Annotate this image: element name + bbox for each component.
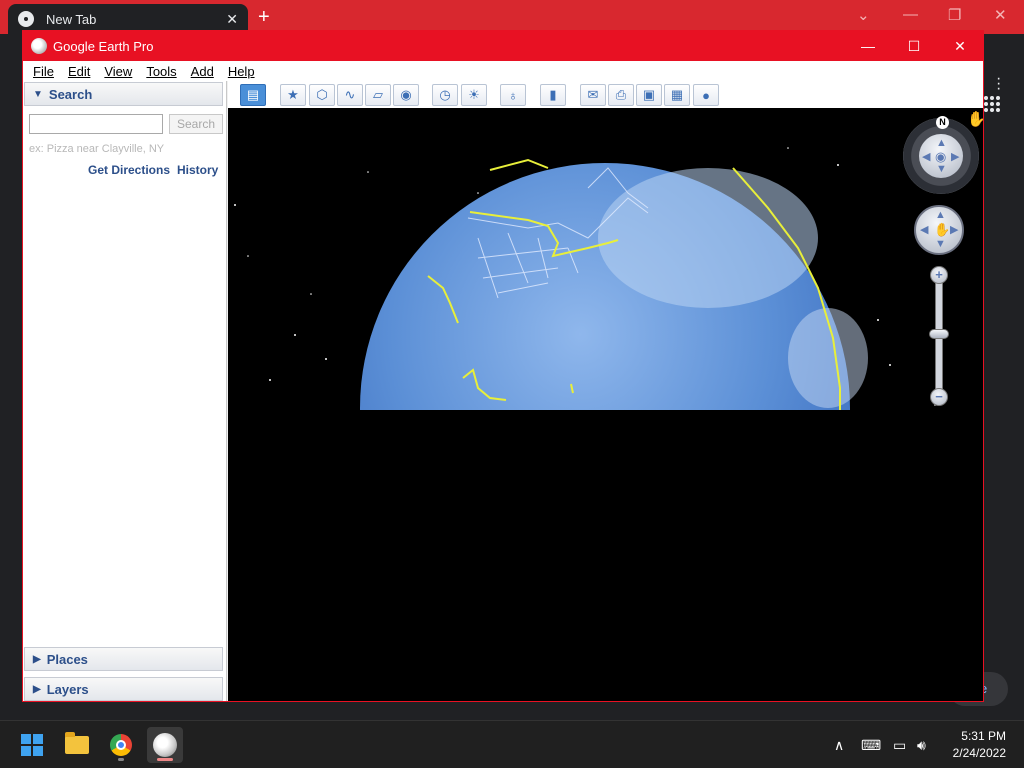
search-panel-title: Search (48, 86, 93, 102)
chrome-close-button[interactable]: ✕ (994, 6, 1007, 24)
search-button[interactable]: Search (169, 114, 223, 134)
look-joystick[interactable]: N ▲ ◀ ▶ ▼ ◉ (903, 116, 979, 194)
places-panel-title: Places (46, 651, 88, 667)
minimize-button[interactable]: — (845, 31, 891, 61)
menu-file[interactable]: File (33, 64, 54, 79)
google-earth-icon[interactable] (147, 727, 183, 763)
search-hint: ex: Pizza near Clayville, NY (29, 143, 165, 155)
chrome-favicon-icon (18, 11, 34, 27)
historical-imagery-icon[interactable]: ◷ (432, 84, 458, 106)
planet-icon[interactable]: ♁ (500, 84, 526, 106)
hand-cursor-icon: ✋ (967, 111, 983, 128)
taskbar: ∧ ⌨ ▭ 🔊︎ 5:31 PM 2/24/2022 (0, 720, 1024, 768)
new-tab-button[interactable]: + (258, 6, 270, 29)
ruler-icon[interactable]: ▮ (540, 84, 566, 106)
apps-grid-icon[interactable] (984, 96, 1000, 112)
maximize-button[interactable]: ☐ (891, 31, 937, 61)
move-down-icon[interactable]: ▼ (935, 238, 946, 250)
sunlight-icon[interactable]: ☀ (461, 84, 487, 106)
start-icon[interactable] (14, 727, 50, 763)
globe-scene (234, 147, 936, 410)
move-right-icon[interactable]: ▶ (950, 223, 958, 236)
email-icon[interactable]: ✉ (580, 84, 606, 106)
keyboard-icon[interactable]: ⌨ (861, 721, 881, 768)
look-left-icon[interactable]: ◀ (922, 150, 930, 163)
print-icon[interactable]: ⎙ (608, 84, 634, 106)
expand-triangle-icon: ▶ (33, 683, 41, 695)
get-directions-link[interactable]: Get Directions (88, 163, 170, 177)
menu-tools[interactable]: Tools (146, 64, 176, 79)
google-earth-window: Google Earth Pro — ☐ ✕ File Edit View To… (22, 30, 984, 702)
look-up-icon[interactable]: ▲ (936, 137, 947, 149)
ge-toolbar: ▤ ★ ⬡ ∿ ▱ ◉ ◷ ☀ ♁ ▮ ✉ ⎙ ▣ ▦ ● (228, 81, 983, 108)
zoom-in-button[interactable]: + (930, 266, 948, 284)
look-right-icon[interactable]: ▶ (951, 150, 959, 163)
search-input[interactable] (29, 114, 163, 134)
close-tab-icon[interactable]: ✕ (226, 11, 238, 28)
chevron-up-icon[interactable]: ∧ (834, 721, 844, 768)
menu-help[interactable]: Help (228, 64, 255, 79)
layers-panel-header[interactable]: ▶ Layers (24, 677, 223, 701)
image-overlay-icon[interactable]: ▱ (365, 84, 391, 106)
polygon-icon[interactable]: ⬡ (309, 84, 335, 106)
hand-icon: ✋ (934, 222, 951, 237)
ge-title-bar: Google Earth Pro — ☐ ✕ (23, 31, 983, 61)
clock-time: 5:31 PM (961, 729, 1006, 743)
search-panel-header[interactable]: ▼ Search (24, 82, 223, 106)
places-panel-header[interactable]: ▶ Places (24, 647, 223, 671)
eye-icon: ◉ (935, 149, 947, 164)
save-image-icon[interactable]: ▣ (636, 84, 662, 106)
chrome-icon[interactable] (103, 727, 139, 763)
menu-view[interactable]: View (104, 64, 132, 79)
history-link[interactable]: History (177, 163, 218, 177)
expand-triangle-icon: ▶ (33, 653, 41, 665)
sidebar-toggle-icon[interactable]: ▤ (240, 84, 266, 106)
chrome-minimize-button[interactable]: — (903, 6, 918, 23)
system-clock[interactable]: 5:31 PM 2/24/2022 (946, 728, 1006, 762)
collapse-triangle-icon: ▼ (33, 88, 43, 100)
placemark-icon[interactable]: ★ (280, 84, 306, 106)
volume-icon[interactable]: 🔊︎ (917, 721, 926, 768)
close-button[interactable]: ✕ (937, 31, 983, 61)
zoom-slider-thumb[interactable] (929, 329, 949, 339)
zoom-out-button[interactable]: − (930, 388, 948, 406)
north-indicator[interactable]: N (936, 116, 949, 129)
menu-add[interactable]: Add (191, 64, 214, 79)
chrome-tab-search-icon[interactable]: ⌄ (857, 6, 870, 24)
record-tour-icon[interactable]: ◉ (393, 84, 419, 106)
layers-panel-title: Layers (46, 681, 89, 697)
chrome-maximize-button[interactable]: ❐ (948, 6, 961, 24)
window-title: Google Earth Pro (53, 38, 154, 54)
move-joystick[interactable]: ▲ ◀ ▶ ▼ ✋ (914, 205, 964, 255)
chrome-menu-icon[interactable]: · · · (996, 71, 1001, 97)
google-earth-logo-icon (31, 38, 47, 54)
move-up-icon[interactable]: ▲ (935, 209, 946, 221)
earth-3d-view[interactable]: N ▲ ◀ ▶ ▼ ◉ ▲ ◀ ▶ ▼ ✋ + − ✋ (228, 108, 983, 701)
network-icon[interactable]: ▭ (893, 721, 906, 768)
sidebar: ▼ Search Search ex: Pizza near Clayville… (23, 81, 227, 701)
file-explorer-icon[interactable] (59, 727, 95, 763)
earth-icon[interactable]: ● (693, 84, 719, 106)
ge-body: ▼ Search Search ex: Pizza near Clayville… (23, 81, 983, 701)
path-icon[interactable]: ∿ (337, 84, 363, 106)
chrome-tab-strip: New Tab ✕ + ⌄ — ❐ ✕ (0, 0, 1024, 34)
move-left-icon[interactable]: ◀ (920, 223, 928, 236)
clock-date: 2/24/2022 (952, 746, 1006, 760)
menu-bar: File Edit View Tools Add Help (23, 61, 983, 81)
menu-edit[interactable]: Edit (68, 64, 90, 79)
view-in-maps-icon[interactable]: ▦ (664, 84, 690, 106)
chrome-tab-title: New Tab (46, 11, 97, 27)
